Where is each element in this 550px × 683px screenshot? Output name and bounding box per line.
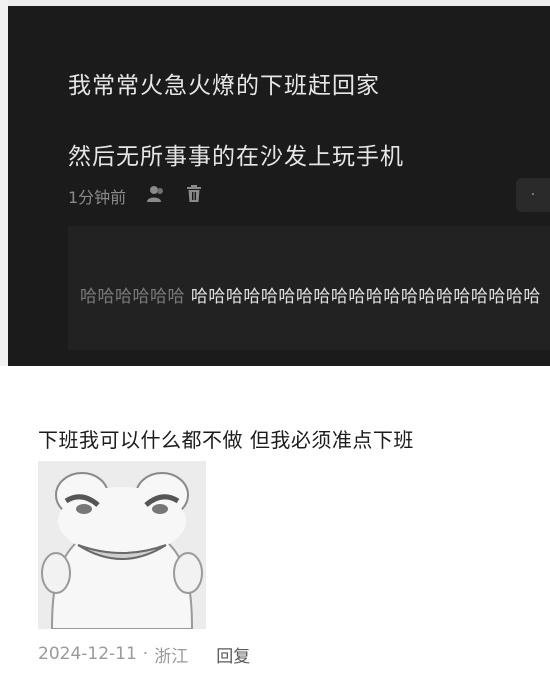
trash-icon[interactable] [186, 185, 202, 207]
user-icon[interactable] [146, 185, 166, 207]
screenshot-image: 我常常火急火燎的下班赶回家 然后无所事事的在沙发上玩手机 1分钟前 · 哈哈哈哈… [0, 0, 550, 366]
reply-text-faded: 哈哈哈哈哈哈 [80, 287, 185, 307]
reply-button[interactable]: 回复 [216, 642, 250, 667]
comment-text: 下班我可以什么都不做 但我必须准点下班 [38, 428, 414, 452]
image-border-top [0, 0, 550, 6]
post-text-line-1: 我常常火急火燎的下班赶回家 [68, 73, 380, 99]
comment-date: 2024-12-11 [38, 644, 137, 664]
separator: · [142, 644, 149, 664]
frog-meme-sticker[interactable] [38, 461, 206, 629]
comment-footer: 2024-12-11 · 浙江 回复 [38, 642, 250, 667]
comment-location: 浙江 [154, 646, 189, 667]
reply-text-main: 哈哈哈哈哈哈哈哈哈哈哈哈哈哈哈哈哈哈哈哈 [190, 287, 541, 307]
more-options-button[interactable]: · [516, 178, 550, 212]
post-text-line-2: 然后无所事事的在沙发上玩手机 [68, 144, 404, 170]
image-border-left [0, 0, 8, 366]
reply-text: 哈哈哈哈哈哈 哈哈哈哈哈哈哈哈哈哈哈哈哈哈哈哈哈哈哈哈 [80, 283, 546, 312]
post-meta: 1分钟前 [68, 183, 202, 209]
post-time: 1分钟前 [68, 188, 127, 207]
